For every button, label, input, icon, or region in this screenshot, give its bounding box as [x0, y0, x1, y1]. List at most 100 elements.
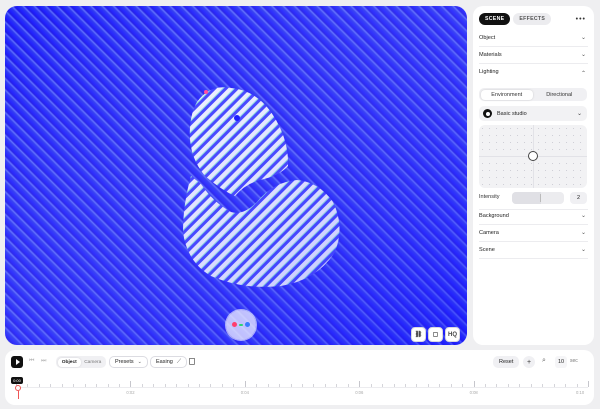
duration-unit: sec	[570, 358, 578, 364]
section-camera[interactable]: Camera ⌄	[479, 227, 588, 239]
ruler-tick	[519, 384, 521, 387]
frame-icon[interactable]: ▢	[428, 327, 443, 342]
ruler-tick	[290, 384, 292, 387]
skip-forward-icon[interactable]: ⏭	[41, 358, 46, 365]
chevron-down-icon: ⌄	[137, 359, 142, 365]
ruler-tick	[507, 384, 509, 387]
ruler-tick	[176, 384, 178, 387]
play-icon[interactable]	[11, 356, 23, 368]
properties-panel: SCENE EFFECTS ••• Object ⌄ Materials ⌄ L…	[473, 6, 594, 345]
environment-preset-select[interactable]: Basic studio ⌄	[479, 106, 587, 121]
chevron-up-icon: ⌃	[580, 71, 586, 77]
ruler-tick-label: 0:08	[469, 390, 478, 395]
ruler-tick	[244, 381, 246, 387]
ruler-tick	[199, 384, 201, 387]
divider	[479, 63, 588, 64]
target-camera[interactable]: Camera	[81, 358, 105, 367]
ruler-tick	[73, 384, 75, 387]
hq-button[interactable]: HQ	[445, 327, 460, 342]
animation-target-toggle: Object Camera	[56, 356, 106, 368]
section-label: Background	[479, 213, 509, 219]
section-scene[interactable]: Scene ⌄	[479, 244, 588, 256]
ruler-tick-label: 0:10	[576, 390, 585, 395]
ruler-tick	[565, 384, 567, 387]
tab-scene[interactable]: SCENE	[479, 13, 511, 25]
easing-curve-icon: ⟋	[176, 358, 182, 365]
divider	[479, 224, 588, 225]
tab-effects[interactable]: EFFECTS	[513, 13, 552, 25]
panel-tabs: SCENE EFFECTS	[479, 13, 552, 25]
easing-label: Easing	[156, 359, 173, 365]
ruler-tick	[118, 384, 120, 387]
skip-back-icon[interactable]: ⏮	[29, 358, 34, 365]
ruler-tick	[553, 384, 555, 387]
section-label: Object	[479, 35, 496, 41]
ruler-tick	[27, 384, 29, 387]
y-axis-dot	[239, 324, 243, 326]
ruler-tick	[107, 384, 109, 387]
timeline-ruler[interactable]: 0:02 0:04 0:06 0:08 0:10	[16, 378, 589, 398]
ruler-tick	[256, 384, 258, 387]
easing-dropdown[interactable]: Easing ⟋	[150, 356, 188, 368]
trash-icon[interactable]	[189, 358, 195, 365]
chevron-down-icon: ⌄	[580, 52, 586, 58]
ruler-tick	[302, 384, 303, 387]
ruler-tick	[450, 384, 452, 387]
ruler-tick	[221, 384, 223, 387]
mode-environment[interactable]: Environment	[480, 89, 533, 100]
ruler-tick	[187, 384, 189, 387]
ruler-tick	[370, 384, 372, 387]
ruler-tick	[404, 384, 406, 387]
ruler-tick	[38, 384, 40, 387]
ruler-tick	[61, 384, 63, 387]
light-direction-handle[interactable]	[527, 151, 538, 161]
chevron-down-icon: ⌄	[580, 230, 586, 236]
intensity-input[interactable]: 2	[570, 192, 587, 204]
section-materials[interactable]: Materials ⌄	[479, 49, 588, 61]
ruler-baseline	[16, 387, 588, 388]
ruler-tick	[576, 384, 578, 387]
app-root: ⛓ ▢ HQ SCENE EFFECTS ••• Object ⌄ Materi…	[0, 0, 600, 409]
ruler-tick	[427, 384, 429, 387]
ruler-tick	[96, 384, 98, 387]
zoom-icon[interactable]: ⌕	[542, 357, 546, 365]
z-axis-dot	[245, 322, 250, 327]
ruler-tick-label: 0:04	[240, 390, 249, 395]
presets-dropdown[interactable]: Presets ⌄	[109, 356, 148, 368]
render-viewport[interactable]: ⛓ ▢ HQ	[5, 6, 467, 345]
ruler-tick-label: 0:02	[126, 390, 135, 395]
reset-button[interactable]: Reset	[493, 356, 520, 368]
ruler-tick	[462, 384, 464, 387]
target-object[interactable]: Object	[57, 357, 81, 367]
link-icon[interactable]: ⛓	[411, 327, 426, 342]
ruler-tick	[530, 384, 532, 387]
mode-directional[interactable]: Directional	[533, 90, 586, 100]
lighting-mode-toggle: Environment Directional	[479, 88, 587, 101]
orientation-gizmo[interactable]	[226, 310, 256, 340]
intensity-slider-handle[interactable]	[540, 194, 542, 202]
playhead-line	[17, 391, 19, 399]
section-object[interactable]: Object ⌄	[479, 32, 588, 44]
add-keyframe-button[interactable]: +	[523, 356, 535, 368]
ruler-tick	[313, 384, 315, 387]
halftone-bear-render	[5, 6, 467, 345]
ellipsis-icon[interactable]: •••	[576, 16, 586, 23]
ruler-tick	[588, 381, 589, 387]
chevron-down-icon: ⌄	[580, 213, 586, 219]
ruler-tick	[347, 384, 349, 387]
ruler-tick	[50, 384, 52, 387]
light-direction-pad[interactable]	[479, 125, 587, 188]
duration-input[interactable]: 10	[555, 356, 567, 368]
ruler-tick	[324, 384, 326, 387]
chevron-down-icon: ⌄	[580, 35, 586, 41]
section-lighting[interactable]: Lighting ⌃	[479, 66, 588, 78]
intensity-slider[interactable]	[512, 192, 564, 204]
ruler-tick	[130, 381, 132, 387]
ruler-tick	[542, 384, 544, 387]
ruler-tick	[84, 384, 86, 387]
ruler-tick	[279, 384, 281, 387]
ruler-tick	[267, 384, 269, 387]
section-background[interactable]: Background ⌄	[479, 210, 588, 222]
divider	[479, 258, 588, 259]
section-label: Camera	[479, 230, 499, 236]
